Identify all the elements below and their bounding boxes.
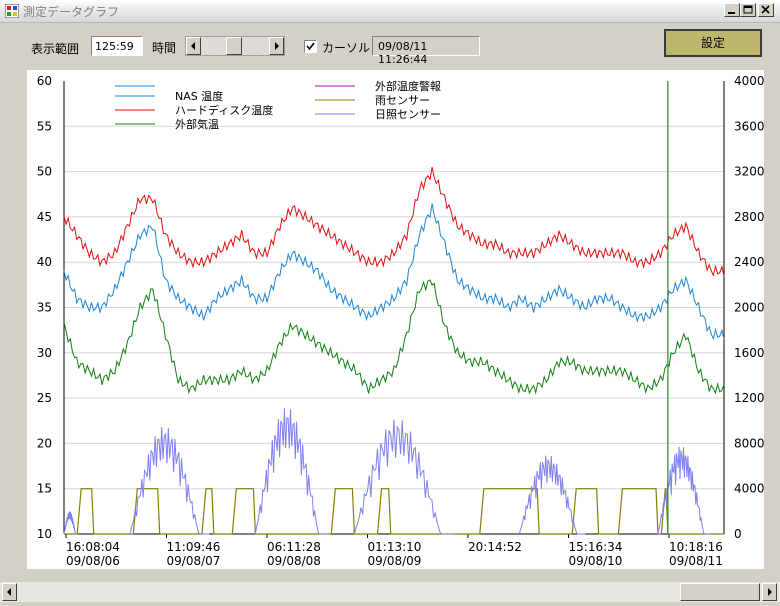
series-line-outside: [63, 279, 725, 395]
legend-label-sun: 日照センサー: [375, 108, 441, 121]
series-line-sun: [353, 419, 454, 535]
range-label: 表示範囲: [31, 42, 80, 56]
series-line-sun: [63, 511, 78, 535]
hscroll-left-button[interactable]: [2, 583, 17, 601]
right-axis-tick-label: 16000: [734, 346, 764, 360]
x-axis-time-label: 15:16:34: [569, 540, 623, 554]
measurement-chart[interactable]: 6055504540353025201510400003600032000280…: [27, 70, 772, 569]
left-axis-tick-label: 55: [37, 119, 52, 133]
title-bar: 測定データグラフ: [0, 0, 780, 23]
range-input[interactable]: [91, 36, 143, 56]
x-axis-date-label: 09/08/06: [66, 554, 120, 568]
x-axis-time-label: 20:14:52: [468, 540, 522, 554]
right-axis-tick-label: 8000: [734, 436, 764, 450]
cursor-label: カーソル: [322, 41, 371, 55]
maximize-icon: [743, 5, 753, 14]
left-axis-tick-label: 15: [37, 482, 52, 496]
right-axis-tick-label: 20000: [734, 301, 764, 315]
minimize-button[interactable]: [724, 3, 740, 17]
series-line-nas: [63, 203, 725, 341]
series-line-sun: [657, 446, 711, 535]
hscroll-thumb[interactable]: [680, 583, 760, 601]
chart-panel: 6055504540353025201510400003600032000280…: [27, 70, 772, 569]
right-axis-tick-label: 0: [734, 527, 742, 541]
close-button[interactable]: [758, 3, 774, 17]
arrow-left-icon: [191, 42, 195, 50]
left-axis-tick-label: 45: [37, 210, 52, 224]
scroll-left-button[interactable]: [186, 37, 201, 55]
right-axis-tick-label: 40000: [734, 74, 764, 88]
right-axis-tick-label: 24000: [734, 255, 764, 269]
legend-label-hdd: ハードディスク温度: [175, 103, 273, 117]
legend-label-outside: 外部気温: [175, 117, 219, 131]
x-axis-time-label: 16:08:04: [66, 540, 120, 554]
left-axis-tick-label: 40: [37, 255, 52, 269]
series-line-sun: [254, 408, 328, 535]
x-axis-time-label: 11:09:46: [167, 540, 221, 554]
arrow-left-icon: [7, 588, 11, 596]
time-label: 時間: [152, 41, 177, 55]
app-icon: [5, 4, 19, 18]
x-axis-date-label: 09/08/11: [669, 554, 723, 568]
arrow-right-icon: [768, 588, 772, 596]
series-line-hdd: [63, 167, 725, 277]
legend-label-alarm: 外部温度警報: [375, 79, 441, 93]
left-axis-tick-label: 50: [37, 165, 52, 179]
left-axis-tick-label: 25: [37, 391, 52, 405]
right-axis-tick-label: 28000: [734, 210, 764, 224]
right-axis-tick-label: 36000: [734, 119, 764, 133]
left-axis-tick-label: 10: [37, 527, 52, 541]
horizontal-scrollbar[interactable]: [0, 582, 780, 602]
series-line-rain: [64, 488, 724, 535]
cursor-time-display: 09/08/11 11:26:44: [372, 36, 480, 66]
cursor-checkbox[interactable]: [304, 40, 317, 53]
left-axis-tick-label: 20: [37, 436, 52, 450]
settings-button[interactable]: 設定: [664, 29, 762, 57]
x-axis-date-label: 09/08/09: [368, 554, 422, 568]
close-icon: [761, 5, 770, 14]
right-axis-tick-label: 12000: [734, 391, 764, 405]
x-axis-date-label: 09/08/07: [167, 554, 221, 568]
minimize-icon: [728, 12, 735, 14]
x-axis-date-label: 09/08/10: [569, 554, 623, 568]
hscroll-right-button[interactable]: [762, 583, 777, 601]
maximize-button[interactable]: [740, 3, 756, 17]
right-axis-tick-label: 32000: [734, 165, 764, 179]
right-axis-tick-label: 4000: [734, 482, 764, 496]
time-scrollbar[interactable]: [185, 36, 285, 56]
arrow-right-icon: [275, 42, 279, 50]
x-axis-time-label: 10:18:16: [669, 540, 723, 554]
x-axis-time-label: 06:11:28: [267, 540, 321, 554]
window-title: 測定データグラフ: [23, 5, 120, 19]
legend-label-rain: 雨センサー: [375, 94, 430, 107]
scroll-right-button[interactable]: [269, 37, 284, 55]
x-axis-date-label: 09/08/08: [267, 554, 321, 568]
left-axis-tick-label: 30: [37, 346, 52, 360]
left-axis-tick-label: 60: [37, 74, 52, 88]
legend-label-nas: NAS 温度: [175, 89, 223, 103]
x-axis-time-label: 01:13:10: [368, 540, 422, 554]
left-axis-tick-label: 35: [37, 301, 52, 315]
time-scrollbar-thumb[interactable]: [226, 37, 242, 55]
checkmark-icon: [306, 42, 315, 51]
